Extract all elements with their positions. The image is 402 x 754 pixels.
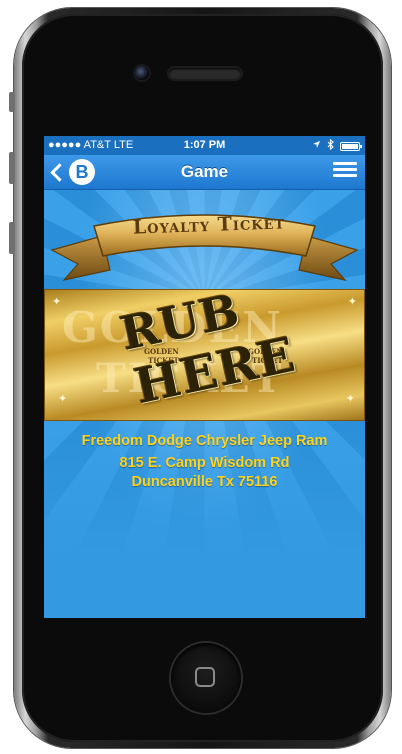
earpiece-speaker: [169, 68, 241, 79]
star-icon: ✦: [345, 393, 355, 405]
loyalty-ticket-banner: Loyalty Ticket: [44, 198, 365, 288]
location-arrow-icon: [312, 140, 321, 152]
dealer-info: Freedom Dodge Chrysler Jeep Ram 815 E. C…: [44, 432, 365, 492]
mute-switch: [9, 92, 15, 112]
dealer-address: 815 E. Camp Wisdom Rd: [119, 455, 290, 471]
menu-line: [333, 174, 357, 177]
status-icons: [312, 138, 362, 153]
volume-down-button: [9, 222, 15, 254]
menu-line: [333, 162, 357, 165]
front-camera: [135, 66, 149, 80]
volume-up-button: [9, 152, 15, 184]
status-bar: ●●●●● AT&T LTE 1:07 PM: [44, 136, 365, 155]
dealer-name: Freedom Dodge Chrysler Jeep Ram: [81, 433, 328, 449]
scratch-ticket[interactable]: ✦ ✦ ✦ ✦ GOLDEN TICKET GOLDEN TICKET GOLD…: [44, 283, 365, 421]
home-button[interactable]: [171, 643, 241, 713]
bluetooth-icon: [327, 138, 334, 153]
app-screen: ●●●●● AT&T LTE 1:07 PM B Game Loyalty Ti…: [44, 136, 365, 618]
star-icon: ✦: [52, 296, 62, 308]
home-square-icon: [195, 667, 215, 687]
menu-button[interactable]: [333, 162, 357, 182]
dealer-city: Duncanville Tx 75116: [131, 474, 278, 490]
navigation-bar: B Game: [44, 155, 365, 190]
battery-icon: [340, 141, 362, 151]
star-icon: ✦: [347, 296, 357, 308]
star-icon: ✦: [58, 393, 68, 405]
page-title: Game: [180, 162, 229, 181]
menu-line: [333, 168, 357, 171]
